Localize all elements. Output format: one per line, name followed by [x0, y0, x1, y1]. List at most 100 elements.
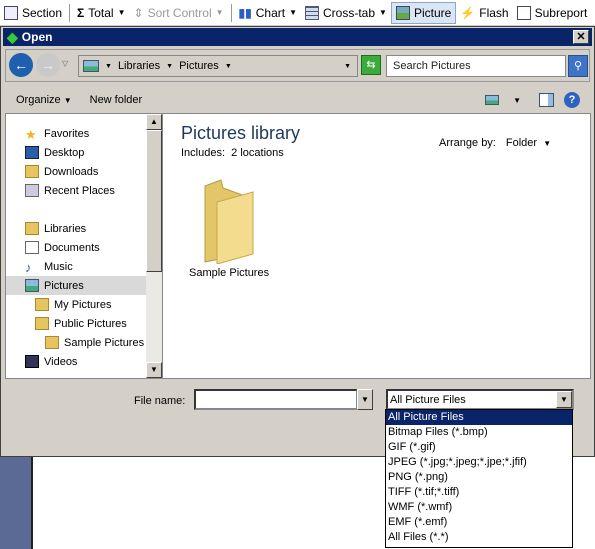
file-type-option[interactable]: JPEG (*.jpg;*.jpeg;*.jpe;*.jfif)	[386, 455, 572, 470]
change-view-button[interactable]: ▼	[485, 95, 521, 105]
libraries-icon	[25, 222, 39, 235]
help-button[interactable]: ?	[564, 92, 580, 108]
nav-item-label: Sample Pictures	[64, 336, 145, 349]
organize-button[interactable]: Organize ▼	[16, 94, 72, 106]
toolbar-flash-button[interactable]: ⚡ Flash	[456, 2, 512, 24]
forward-button[interactable]: →	[36, 53, 60, 77]
address-row: ← → ▽ ▼ Libraries ▼ Pictures ▼ ▼ ⇆ Searc…	[5, 49, 590, 82]
toolbar-picture-button[interactable]: Picture	[390, 1, 457, 24]
folder-label: Sample Pictures	[189, 267, 270, 279]
nav-scrollbar[interactable]: ▲ ▼	[146, 114, 162, 378]
picture-icon	[395, 5, 410, 20]
file-name-label: File name:	[134, 395, 186, 407]
nav-item-videos[interactable]: Videos	[6, 352, 146, 371]
search-input[interactable]: Search Pictures	[386, 55, 566, 77]
desktop-icon	[25, 146, 39, 159]
nav-item-sample-pictures[interactable]: Sample Pictures	[6, 333, 146, 352]
flash-icon: ⚡	[460, 5, 476, 20]
file-type-option[interactable]: PNG (*.png)	[386, 470, 572, 485]
nav-item-label: Libraries	[44, 222, 87, 235]
file-type-select[interactable]: All Picture Files	[386, 389, 574, 410]
sigma-icon: Σ	[77, 5, 85, 20]
crosstab-icon	[305, 5, 320, 20]
recent-pages-dropdown[interactable]: ▽	[62, 59, 68, 68]
nav-item-label: Downloads	[44, 165, 99, 178]
nav-item-label: Documents	[44, 241, 100, 254]
close-button[interactable]: ✕	[573, 30, 589, 44]
chevron-down-icon: ▼	[379, 8, 387, 17]
back-button[interactable]: ←	[9, 53, 33, 77]
nav-item-label: My Pictures	[54, 298, 112, 311]
file-name-input[interactable]	[194, 389, 358, 410]
file-type-option[interactable]: All Picture Files	[386, 410, 572, 425]
file-type-option[interactable]: Bitmap Files (*.bmp)	[386, 425, 572, 440]
chevron-down-icon: ▼	[513, 95, 521, 105]
dialog-title: Open	[21, 30, 53, 44]
preview-pane-button[interactable]	[539, 93, 554, 107]
toolbar-separator	[69, 3, 71, 22]
navigation-pane: ★ Favorites Desktop Downloads Recent Places L…	[5, 113, 163, 379]
breadcrumb-libraries[interactable]: Libraries	[118, 60, 160, 72]
file-type-option[interactable]: GIF (*.gif)	[386, 440, 572, 455]
folder-icon	[204, 179, 254, 264]
breadcrumb-pictures[interactable]: Pictures	[179, 60, 219, 72]
locations-link[interactable]: 2 locations	[231, 147, 284, 159]
chevron-down-icon: ▼	[215, 8, 224, 17]
nav-item-label: Public Pictures	[54, 317, 127, 330]
chevron-right-icon: ▼	[166, 62, 174, 70]
scroll-up-button[interactable]: ▲	[146, 114, 162, 130]
nav-item-label: Music	[44, 260, 73, 273]
open-dialog: ◆ Open ✕ ← → ▽ ▼ Libraries ▼ Pictures ▼ …	[0, 26, 595, 457]
nav-item-my-pictures[interactable]: My Pictures	[6, 295, 146, 314]
address-bar[interactable]: ▼ Libraries ▼ Pictures ▼ ▼	[78, 55, 358, 77]
toolbar-chart-button[interactable]: ▮▮ Chart ▼	[235, 2, 301, 24]
toolbar-crosstab-button[interactable]: Cross-tab ▼	[301, 2, 391, 24]
nav-item-favorites[interactable]: ★ Favorites	[6, 124, 146, 143]
subreport-icon	[516, 5, 531, 20]
folder-icon	[35, 298, 49, 311]
nav-item-libraries[interactable]: Libraries	[6, 219, 146, 238]
view-icon	[485, 95, 500, 105]
nav-item-documents[interactable]: Documents	[6, 238, 146, 257]
nav-item-pictures[interactable]: Pictures	[6, 276, 146, 295]
documents-icon	[25, 241, 39, 254]
nav-item-recent-places[interactable]: Recent Places	[6, 181, 146, 200]
file-name-dropdown-button[interactable]: ▼	[357, 389, 373, 410]
scroll-thumb[interactable]	[146, 130, 162, 272]
file-type-option[interactable]: WMF (*.wmf)	[386, 500, 572, 515]
nav-item-music[interactable]: ♪ Music	[6, 257, 146, 276]
folder-icon	[45, 336, 59, 349]
recent-places-icon	[25, 184, 39, 197]
address-history-dropdown[interactable]: ▼	[344, 63, 351, 70]
new-folder-button[interactable]: New folder	[90, 94, 143, 106]
arrange-by: Arrange by: Folder ▼	[439, 137, 552, 149]
nav-item-downloads[interactable]: Downloads	[6, 162, 146, 181]
arrange-by-dropdown[interactable]: Folder ▼	[506, 137, 551, 149]
toolbar-section-button[interactable]: Section	[0, 2, 66, 24]
scroll-down-button[interactable]: ▼	[146, 362, 162, 378]
file-type-option[interactable]: TIFF (*.tif;*.tiff)	[386, 485, 572, 500]
chevron-down-icon: ▼	[289, 8, 298, 17]
nav-item-label: Videos	[44, 355, 78, 368]
toolbar-total-button[interactable]: Σ Total ▼	[73, 2, 129, 24]
command-bar: Organize ▼ New folder ▼ ?	[1, 87, 594, 113]
refresh-button[interactable]: ⇆	[361, 55, 381, 75]
chevron-down-icon: ▼	[117, 8, 126, 17]
file-type-dropdown-button[interactable]: ▼	[556, 391, 572, 408]
search-button[interactable]: ⚲	[568, 55, 588, 77]
pictures-icon	[25, 279, 39, 292]
nav-item-desktop[interactable]: Desktop	[6, 143, 146, 162]
file-type-option[interactable]: EMF (*.emf)	[386, 515, 572, 530]
file-type-option[interactable]: All Files (*.*)	[386, 530, 572, 545]
background-panel	[0, 457, 33, 549]
downloads-icon	[25, 165, 39, 178]
music-icon: ♪	[25, 260, 32, 275]
toolbar-sort-control-button[interactable]: ⇕ Sort Control ▼	[130, 2, 228, 24]
nav-item-label: Desktop	[44, 146, 85, 159]
toolbar-subreport-button[interactable]: Subreport	[513, 2, 592, 24]
nav-item-public-pictures[interactable]: Public Pictures	[6, 314, 146, 333]
chevron-down-icon: ▼	[224, 62, 232, 70]
dialog-titlebar[interactable]: ◆ Open ✕	[3, 28, 592, 46]
folder-item-sample-pictures[interactable]: Sample Pictures	[189, 174, 269, 279]
report-toolbar: Section Σ Total ▼ ⇕ Sort Control ▼ ▮▮ Chart ▼ …	[0, 0, 595, 26]
